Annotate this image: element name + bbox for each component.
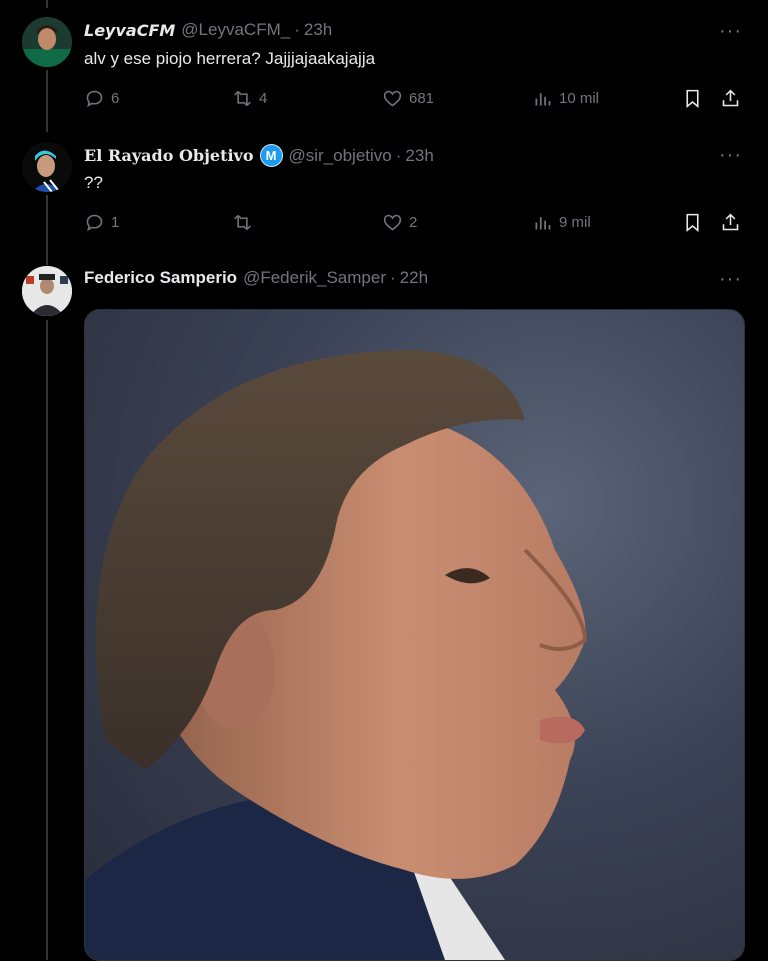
retweet-button[interactable] [232, 212, 259, 233]
timestamp[interactable]: 22h [400, 268, 428, 288]
reply-count: 1 [111, 214, 120, 231]
timestamp[interactable]: 23h [405, 146, 433, 166]
like-button[interactable]: 681 [382, 88, 434, 109]
tweet-header: El Rayado Objetivo M @sir_objetivo · 23h [84, 144, 434, 167]
bookmark-button[interactable] [682, 212, 709, 233]
more-icon[interactable]: ··· [719, 268, 742, 291]
reply-button[interactable]: 6 [84, 88, 119, 109]
separator-dot: · [294, 20, 300, 39]
views-button[interactable]: 10 mil [532, 88, 599, 109]
tweet-2[interactable]: El Rayado Objetivo M @sir_objetivo · 23h… [0, 0, 768, 265]
timestamp[interactable]: 23h [304, 20, 332, 40]
like-button[interactable]: 2 [382, 212, 417, 233]
more-icon[interactable]: ··· [719, 144, 742, 167]
thread-line [46, 320, 48, 960]
reply-icon [86, 214, 103, 232]
bookmark-button[interactable] [682, 88, 709, 109]
bookmark-icon [686, 213, 699, 233]
avatar-image [22, 17, 72, 67]
reply-button[interactable]: 1 [84, 212, 119, 233]
photo-man-profile [85, 350, 588, 960]
share-button[interactable] [720, 88, 747, 109]
views-icon [535, 217, 551, 230]
retweet-icon [234, 90, 251, 107]
reply-count: 6 [111, 90, 120, 107]
handle[interactable]: @LeyvaCFM_ [181, 20, 290, 40]
action-bar: 6 4 681 10 mil [84, 88, 746, 112]
display-name[interactable]: LeyvaCFM [84, 21, 175, 40]
handle[interactable]: @Federik_Samper [243, 268, 386, 288]
tweet-text: ?? [84, 173, 103, 192]
views-button[interactable]: 9 mil [532, 212, 591, 233]
thread-line [46, 0, 48, 8]
tweet-header: Federico Samperio @Federik_Samper · 22h [84, 268, 428, 288]
thread-line [46, 195, 48, 265]
action-bar: 1 2 9 mil [84, 212, 746, 236]
like-count: 2 [409, 214, 418, 231]
tweet-media-image[interactable] [84, 309, 745, 961]
more-icon[interactable]: ··· [719, 20, 742, 43]
thread-line [46, 70, 48, 132]
avatar[interactable] [22, 17, 72, 67]
share-icon [722, 89, 739, 107]
retweet-icon [234, 214, 251, 231]
like-icon [383, 90, 402, 107]
views-count: 10 mil [559, 90, 600, 107]
views-icon [535, 93, 551, 106]
display-name[interactable]: El Rayado Objetivo [84, 146, 254, 165]
handle[interactable]: @sir_objetivo [289, 146, 392, 166]
views-count: 9 mil [559, 214, 591, 231]
retweet-count: 4 [259, 90, 268, 107]
separator-dot: · [395, 145, 402, 165]
avatar-image [22, 266, 72, 316]
like-icon [383, 214, 402, 231]
avatar[interactable] [22, 266, 72, 316]
retweet-button[interactable]: 4 [232, 88, 267, 109]
avatar-image [22, 142, 72, 192]
separator-dot: · [390, 268, 396, 287]
tweet-text: alv y ese piojo herrera? Jajjjajaakajajj… [84, 49, 376, 68]
bookmark-icon [686, 89, 699, 109]
tweet-1[interactable]: LeyvaCFM @LeyvaCFM_ · 23h ··· alv y ese … [0, 0, 768, 132]
verified-badge-icon: M [259, 144, 283, 167]
share-button[interactable] [720, 212, 747, 233]
tweet-header: LeyvaCFM @LeyvaCFM_ · 23h [84, 20, 332, 40]
like-count: 681 [409, 90, 435, 107]
share-icon [722, 213, 739, 231]
display-name[interactable]: Federico Samperio [84, 268, 237, 288]
avatar[interactable] [22, 142, 72, 192]
reply-icon [86, 90, 103, 108]
